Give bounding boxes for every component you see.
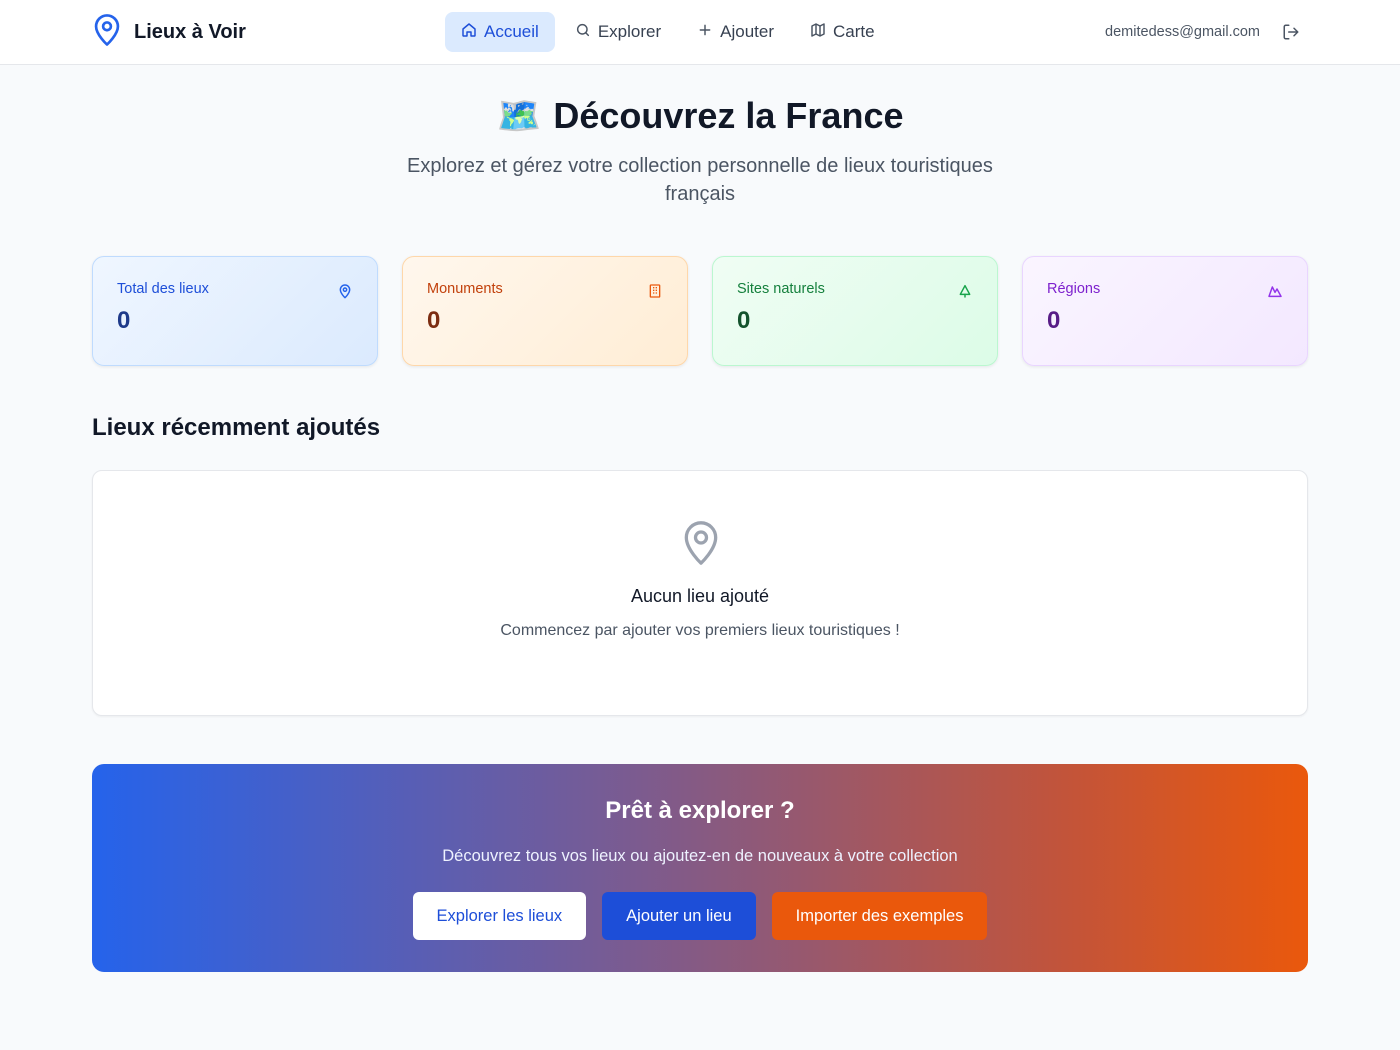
nav-item-label: Accueil (484, 22, 539, 41)
stat-card-total: Total des lieux 0 (92, 256, 378, 366)
add-place-button[interactable]: Ajouter un lieu (602, 892, 756, 940)
map-emoji-icon: 🗺️ (496, 95, 542, 136)
nav-item-label: Ajouter (720, 22, 774, 41)
cta-buttons: Explorer les lieux Ajouter un lieu Impor… (92, 892, 1308, 940)
plus-icon (697, 22, 713, 43)
nav-item-ajouter[interactable]: Ajouter (681, 12, 790, 52)
recent-places-empty-state: Aucun lieu ajouté Commencez par ajouter … (92, 470, 1308, 716)
logout-icon[interactable] (1282, 23, 1300, 41)
map-pin-icon (92, 13, 122, 52)
top-navbar: Lieux à Voir Accueil Explorer Ajouter Ca… (0, 0, 1400, 65)
building-icon (647, 283, 663, 304)
stats-row: Total des lieux 0 Monuments 0 Sites natu… (92, 256, 1308, 366)
empty-state-title: Aucun lieu ajouté (630, 586, 770, 606)
brand-name: Lieux à Voir (134, 20, 246, 43)
map-icon (810, 22, 826, 43)
page-title: 🗺️ Découvrez la France (0, 92, 1400, 140)
explore-places-button[interactable]: Explorer les lieux (412, 892, 587, 940)
brand[interactable]: Lieux à Voir (92, 13, 246, 52)
import-examples-button[interactable]: Importer des exemples (771, 892, 988, 940)
stat-card-sites-naturels: Sites naturels 0 (712, 256, 998, 366)
user-area: demitedess@gmail.com (1105, 14, 1300, 50)
recent-section-title: Lieux récemment ajoutés (92, 414, 381, 441)
nav-item-explorer[interactable]: Explorer (559, 12, 677, 52)
map-pin-icon (679, 519, 723, 572)
stat-value: 0 (117, 307, 131, 334)
map-pin-icon (337, 283, 353, 304)
cta-title: Prêt à explorer ? (605, 797, 795, 824)
mountain-icon (1267, 283, 1283, 304)
stat-value: 0 (427, 307, 441, 334)
tree-icon (957, 283, 973, 304)
stat-label: Total des lieux (117, 281, 209, 297)
nav-item-label: Carte (833, 22, 875, 41)
nav-item-carte[interactable]: Carte (794, 12, 891, 52)
empty-state-subtitle: Commencez par ajouter vos premiers lieux… (500, 622, 900, 639)
stat-value: 0 (737, 307, 751, 334)
cta-banner: Prêt à explorer ? Découvrez tous vos lie… (92, 764, 1308, 972)
stat-label: Sites naturels (737, 281, 825, 297)
stat-card-monuments: Monuments 0 (402, 256, 688, 366)
stat-value: 0 (1047, 307, 1061, 334)
page-title-text: Découvrez la France (553, 95, 904, 136)
nav-item-accueil[interactable]: Accueil (445, 12, 555, 52)
stat-label: Régions (1047, 281, 1101, 297)
search-icon (575, 22, 591, 43)
page-subtitle: Explorez et gérez votre collection perso… (407, 155, 993, 205)
home-icon (461, 22, 477, 43)
stat-card-regions: Régions 0 (1022, 256, 1308, 366)
stat-label: Monuments (427, 281, 503, 297)
hero: 🗺️ Découvrez la France Explorez et gérez… (0, 92, 1400, 208)
main-nav: Accueil Explorer Ajouter Carte (445, 12, 891, 52)
user-email: demitedess@gmail.com (1105, 24, 1260, 40)
nav-item-label: Explorer (597, 22, 662, 41)
cta-subtitle: Découvrez tous vos lieux ou ajoutez-en d… (442, 847, 958, 865)
